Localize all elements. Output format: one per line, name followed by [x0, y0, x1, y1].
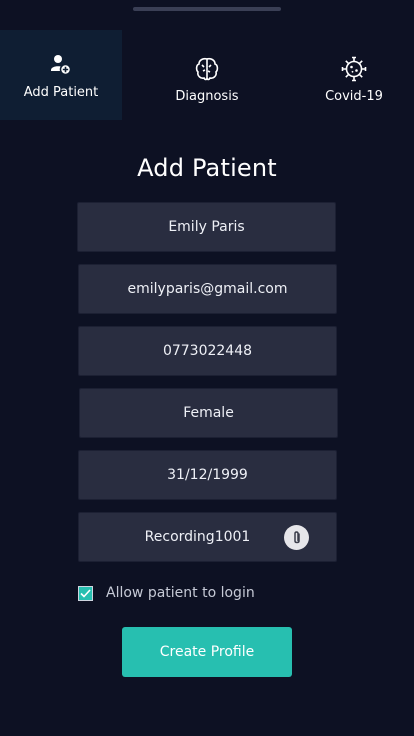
page-title: Add Patient	[137, 154, 277, 182]
name-value: Emily Paris	[168, 219, 245, 235]
paperclip-icon[interactable]	[284, 525, 309, 550]
tab-diagnosis-label: Diagnosis	[175, 88, 239, 104]
allow-login-checkbox[interactable]	[78, 585, 93, 601]
gender-value: Female	[183, 405, 234, 421]
recording-value: Recording1001	[144, 529, 251, 545]
dob-value: 31/12/1999	[167, 467, 248, 483]
gender-field[interactable]: Female	[79, 388, 338, 438]
brain-icon	[193, 55, 221, 83]
tab-add-patient-label: Add Patient	[23, 84, 99, 100]
recording-field[interactable]: Recording1001	[78, 512, 337, 562]
tab-bar: Add Patient Diagnosis Covid-19	[0, 30, 414, 120]
tab-covid-19[interactable]: Covid-19	[300, 34, 408, 124]
email-value: emilyparis@gmail.com	[127, 281, 288, 297]
allow-login-row[interactable]: Allow patient to login	[78, 585, 255, 601]
virus-icon	[340, 55, 368, 83]
allow-login-label: Allow patient to login	[106, 585, 255, 601]
tab-add-patient[interactable]: Add Patient	[0, 30, 122, 120]
dob-field[interactable]: 31/12/1999	[78, 450, 337, 500]
add-user-icon	[47, 51, 75, 79]
name-field[interactable]: Emily Paris	[77, 202, 336, 252]
phone-value: 0773022448	[162, 343, 253, 359]
create-profile-button[interactable]: Create Profile	[122, 627, 292, 677]
email-field[interactable]: emilyparis@gmail.com	[78, 264, 337, 314]
tab-covid-19-label: Covid-19	[325, 88, 383, 104]
drag-handle[interactable]	[133, 7, 281, 11]
phone-field[interactable]: 0773022448	[78, 326, 337, 376]
tab-diagnosis[interactable]: Diagnosis	[150, 34, 264, 124]
